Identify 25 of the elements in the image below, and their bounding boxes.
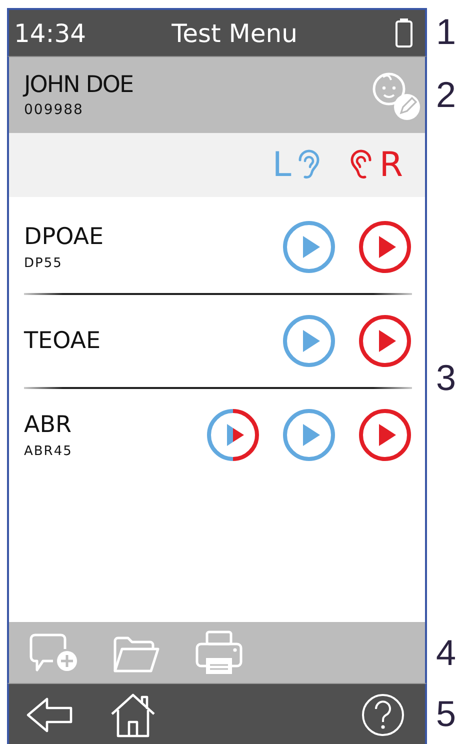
play-button[interactable] — [282, 220, 336, 274]
test-name: ABR — [24, 412, 72, 438]
callout-number: 2 — [436, 76, 456, 112]
test-name: DPOAE — [24, 224, 105, 250]
clock-time: 14:34 — [14, 18, 86, 48]
battery-icon — [395, 18, 413, 48]
test-name: TEOAE — [24, 328, 102, 354]
help-icon[interactable] — [361, 692, 405, 736]
callout-number: 4 — [436, 634, 456, 670]
callout-number: 5 — [436, 696, 456, 732]
play-button[interactable] — [358, 314, 412, 368]
right-ear-label: R — [379, 145, 403, 185]
patient-name: JOHN DOE — [24, 72, 134, 98]
home-icon[interactable] — [109, 692, 157, 738]
play-button[interactable] — [358, 408, 412, 462]
play-button[interactable] — [282, 408, 336, 462]
play-button[interactable] — [358, 220, 412, 274]
left-ear-label: L — [272, 145, 292, 185]
patient-id: 009988 — [24, 102, 84, 118]
play-button[interactable] — [282, 314, 336, 368]
play-button[interactable] — [206, 408, 260, 462]
test-code: DP55 — [24, 256, 64, 270]
callout-number: 3 — [436, 360, 456, 396]
callout-number: 1 — [436, 14, 456, 50]
test-code: ABR45 — [24, 444, 74, 458]
